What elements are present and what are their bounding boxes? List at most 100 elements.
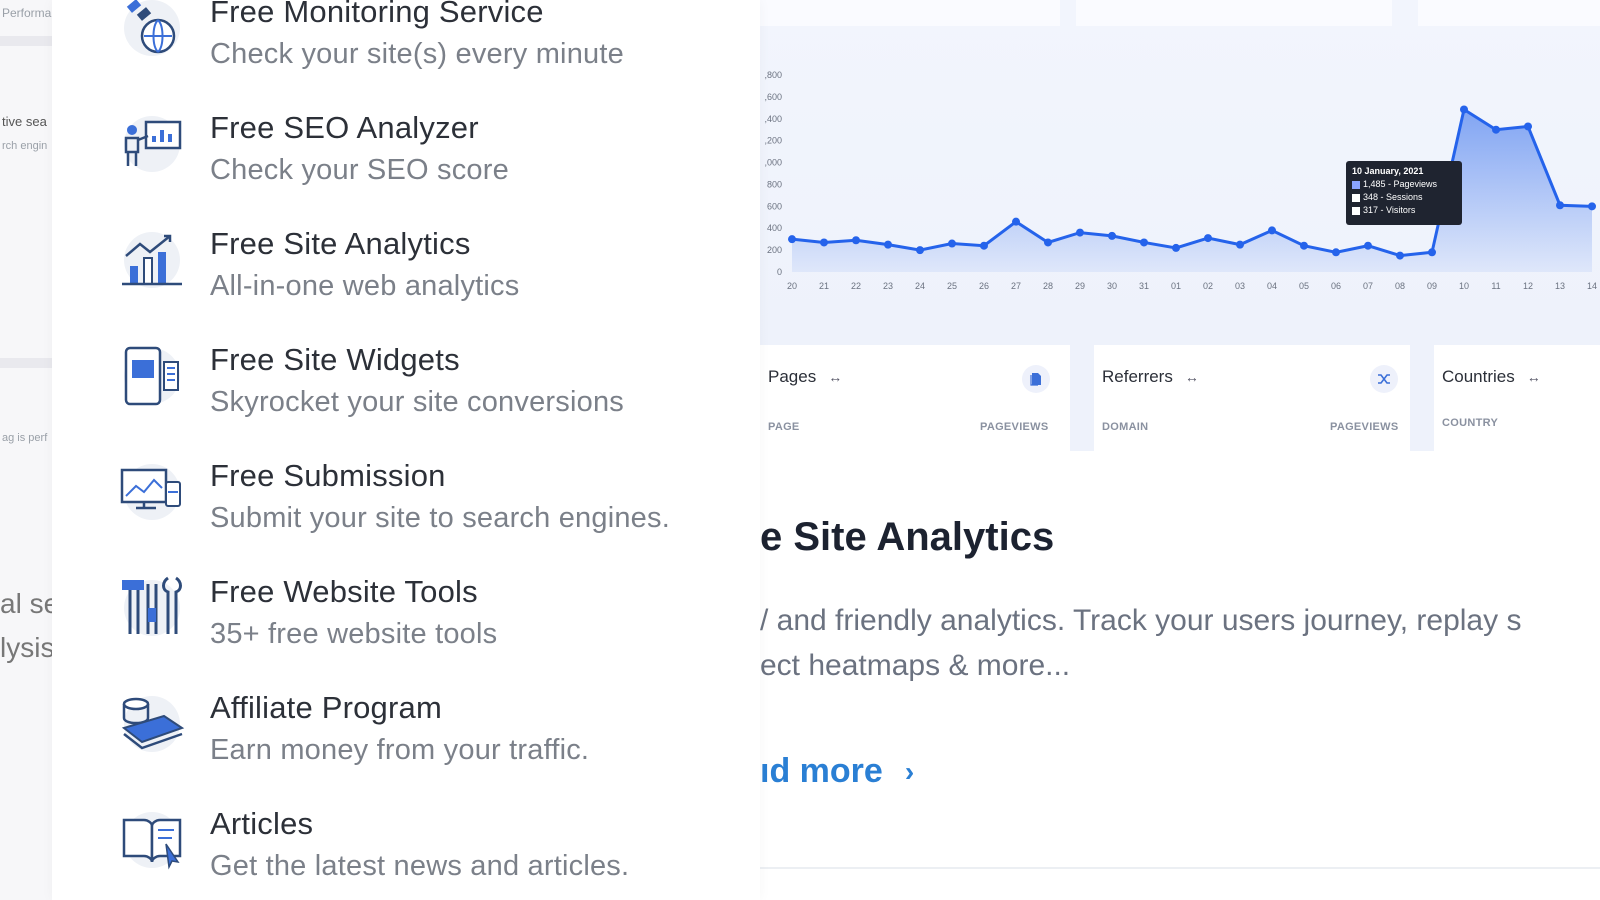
- pages-col-page: PAGE: [768, 421, 800, 433]
- x-tick-label: 06: [1331, 281, 1341, 291]
- x-tick-label: 11: [1491, 281, 1500, 291]
- menu-item-submission[interactable]: Free Submission Submit your site to sear…: [118, 456, 670, 535]
- data-point[interactable]: [948, 239, 956, 248]
- referrers-col-pageviews: PAGEVIEWS: [1330, 421, 1399, 433]
- data-point[interactable]: [1172, 243, 1180, 252]
- data-point[interactable]: [1076, 228, 1084, 237]
- data-point[interactable]: [820, 238, 828, 247]
- x-tick-label: 12: [1523, 281, 1533, 291]
- referrers-card-title: Referrers ↔: [1102, 367, 1199, 386]
- menu-item-subtitle: Skyrocket your site conversions: [210, 386, 624, 418]
- data-point[interactable]: [1364, 241, 1372, 250]
- bar-chart-trend-icon: [122, 232, 182, 288]
- menu-item-monitoring[interactable]: Free Monitoring Service Check your site(…: [118, 0, 624, 71]
- x-tick-label: 21: [819, 281, 829, 291]
- pages-col-pageviews: PAGEVIEWS: [980, 421, 1049, 433]
- background-right: ,800,600,400,200,000 800 600 400 200 0 20 21 22 2…: [760, 0, 1600, 900]
- data-point[interactable]: [1524, 122, 1532, 131]
- chart-panel: ,800,600,400,200,000 800 600 400 200 0 20 21 22 2…: [760, 0, 1600, 345]
- read-more-label: ıd more: [760, 752, 883, 790]
- money-coins-icon: [121, 696, 185, 752]
- data-point[interactable]: [1012, 217, 1020, 226]
- data-point[interactable]: [1556, 201, 1564, 210]
- x-tick-label: 23: [883, 281, 893, 291]
- bg-fragment: al se: [0, 588, 52, 619]
- x-tick-label: 10: [1459, 281, 1469, 291]
- pages-card[interactable]: Pages ↔ PAGE PAGEVIEWS: [760, 345, 1070, 451]
- x-tick-label: 02: [1203, 281, 1213, 291]
- shuffle-icon[interactable]: [1370, 365, 1398, 393]
- bg-fragment: rch engin: [2, 140, 48, 152]
- menu-item-subtitle: Check your SEO score: [210, 154, 509, 186]
- data-point[interactable]: [916, 246, 924, 255]
- menu-item-articles[interactable]: Articles Get the latest news and article…: [118, 804, 629, 883]
- tooltip-row: 348 - Sessions: [1352, 191, 1456, 204]
- x-tick-label: 08: [1395, 281, 1405, 291]
- data-point[interactable]: [1140, 238, 1148, 247]
- expand-arrow-icon[interactable]: ↔: [1185, 369, 1199, 385]
- countries-card[interactable]: Countries ↔ COUNTRY: [1434, 345, 1600, 451]
- x-tick-label: 29: [1075, 281, 1085, 291]
- x-tick-label: 20: [787, 281, 797, 291]
- y-tick-label: ,600: [764, 92, 782, 102]
- x-tick-label: 30: [1107, 281, 1117, 291]
- bg-fragment: tive sea: [2, 114, 47, 129]
- x-tick-label: 04: [1267, 281, 1277, 291]
- menu-item-site-analytics[interactable]: Free Site Analytics All-in-one web analy…: [118, 224, 519, 303]
- x-tick-label: 03: [1235, 281, 1245, 291]
- x-tick-label: 14: [1587, 281, 1597, 291]
- chart-tooltip: 10 January, 2021 1,485 - Pageviews 348 -…: [1346, 161, 1462, 225]
- bg-bar: [0, 36, 52, 46]
- data-point[interactable]: [1268, 226, 1276, 235]
- pages-card-title: Pages ↔: [768, 367, 843, 386]
- menu-item-website-tools[interactable]: Free Website Tools 35+ free website tool…: [118, 572, 497, 651]
- x-tick-label: 28: [1043, 281, 1053, 291]
- tooltip-pageviews: 1,485 - Pageviews: [1363, 179, 1438, 189]
- data-point[interactable]: [1396, 251, 1404, 260]
- expand-arrow-icon[interactable]: ↔: [828, 369, 842, 385]
- read-more-link[interactable]: ıd more ›: [760, 752, 914, 791]
- menu-item-subtitle: Earn money from your traffic.: [210, 734, 590, 766]
- bg-bar: [0, 358, 52, 368]
- menu-item-seo-analyzer[interactable]: Free SEO Analyzer Check your SEO score: [118, 108, 509, 187]
- menu-item-subtitle: Submit your site to search engines.: [210, 502, 670, 534]
- referrers-card[interactable]: Referrers ↔ DOMAIN PAGEVIEWS: [1094, 345, 1410, 451]
- x-tick-label: 25: [947, 281, 957, 291]
- data-point[interactable]: [1204, 234, 1212, 243]
- referrers-col-domain: DOMAIN: [1102, 421, 1149, 433]
- x-tick-label: 27: [1011, 281, 1021, 291]
- menu-item-affiliate[interactable]: Affiliate Program Earn money from your t…: [118, 688, 589, 767]
- menu-item-title: Free Site Analytics: [210, 226, 471, 261]
- menu-item-site-widgets[interactable]: Free Site Widgets Skyrocket your site co…: [118, 340, 624, 419]
- x-tick-label: 09: [1427, 281, 1437, 291]
- menu-item-subtitle: Check your site(s) every minute: [210, 38, 624, 70]
- data-point[interactable]: [980, 241, 988, 250]
- chevron-right-icon: ›: [904, 755, 915, 787]
- data-point[interactable]: [1492, 125, 1500, 134]
- data-point[interactable]: [1300, 241, 1308, 250]
- data-point[interactable]: [1460, 105, 1468, 114]
- data-point[interactable]: [788, 235, 796, 244]
- tooltip-visitors: 317 - Visitors: [1363, 205, 1416, 215]
- tooltip-row: 317 - Visitors: [1352, 204, 1456, 217]
- description-line: / and friendly analytics. Track your use…: [760, 604, 1522, 637]
- card-gap: [1410, 345, 1434, 451]
- data-point[interactable]: [1332, 248, 1340, 257]
- page-icon[interactable]: [1022, 365, 1050, 393]
- menu-item-title: Free Site Widgets: [210, 342, 460, 377]
- card-gap: [1070, 345, 1094, 451]
- section-description: / and friendly analytics. Track your use…: [760, 598, 1521, 688]
- description-line: ect heatmaps & more...: [760, 649, 1071, 682]
- data-point[interactable]: [1236, 240, 1244, 249]
- data-point[interactable]: [1588, 202, 1596, 211]
- menu-item-title: Affiliate Program: [210, 690, 442, 725]
- data-point[interactable]: [1044, 238, 1052, 247]
- bg-fragment: lysis: [0, 632, 52, 663]
- data-point[interactable]: [884, 240, 892, 249]
- data-point[interactable]: [1108, 231, 1116, 240]
- data-point[interactable]: [1428, 248, 1436, 257]
- expand-arrow-icon[interactable]: ↔: [1527, 369, 1541, 385]
- countries-card-title: Countries ↔: [1442, 367, 1541, 386]
- data-point[interactable]: [852, 236, 860, 245]
- bg-fragment: ag is perf: [2, 432, 48, 444]
